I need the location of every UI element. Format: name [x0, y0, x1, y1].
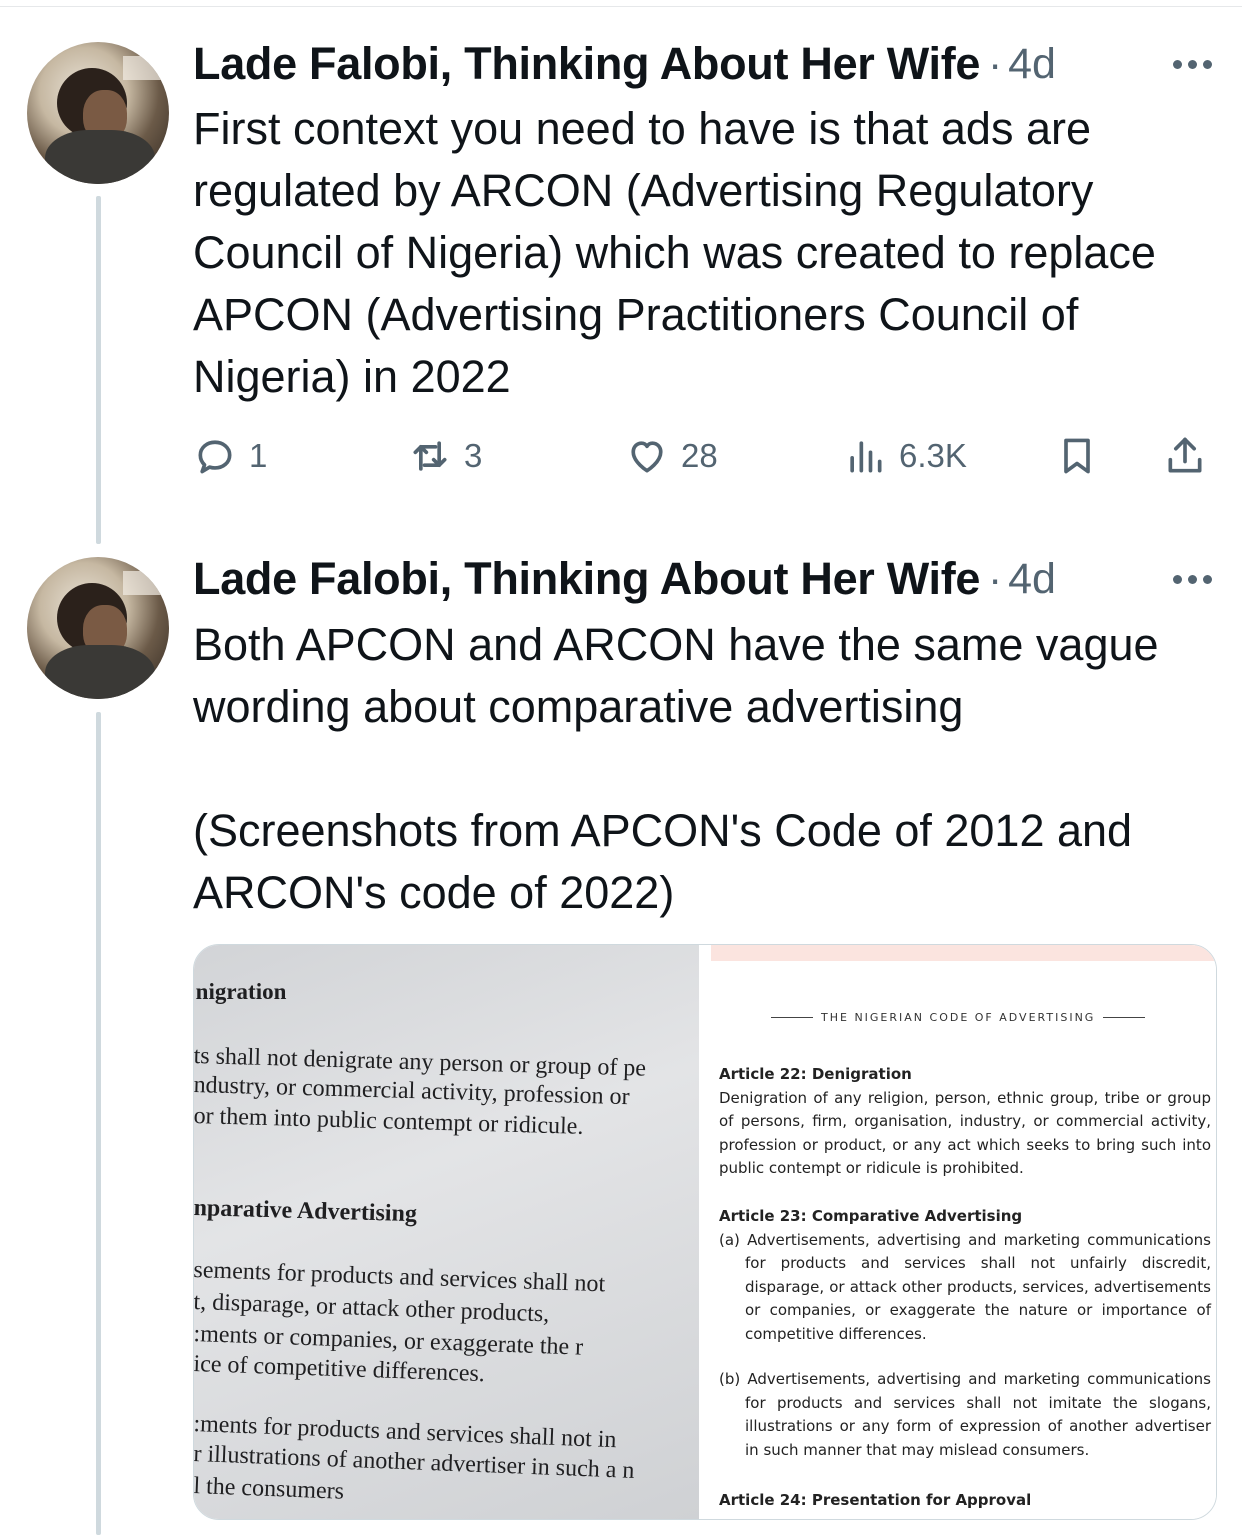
tweet-media[interactable]: :nigration ts shall not denigrate any pe… [193, 944, 1217, 1520]
article-22: Article 22: Denigration Denigration of a… [719, 1063, 1211, 1181]
article-item-a: (a) Advertisements, advertising and mark… [719, 1230, 1211, 1343]
more-dot [1188, 574, 1197, 584]
header-rule [1103, 1017, 1146, 1018]
tweet-actions: 1 3 28 6.3K [193, 430, 1213, 482]
heart-icon [631, 441, 663, 473]
retweet-button[interactable]: 3 [408, 430, 482, 482]
more-options-button[interactable] [1173, 551, 1212, 607]
author-name[interactable]: Lade Falobi, Thinking About Her Wife [193, 553, 980, 605]
tweet-header: Lade Falobi, Thinking About Her Wife · 4… [193, 551, 1056, 607]
arcon-code-page[interactable]: THE NIGERIAN CODE OF ADVERTISING Article… [711, 945, 1216, 1519]
header-rule [771, 1017, 813, 1018]
photo-text-line: :nigration [194, 979, 287, 1004]
views-button[interactable]: 6.3K [843, 430, 967, 482]
tweet-header: Lade Falobi, Thinking About Her Wife · 4… [193, 36, 1056, 92]
reply-icon [198, 440, 232, 474]
more-options-button[interactable] [1173, 36, 1212, 92]
share-button[interactable] [1163, 430, 1207, 482]
avatar[interactable] [27, 557, 169, 699]
timestamp[interactable]: 4d [1008, 555, 1056, 604]
like-button[interactable]: 28 [625, 430, 718, 482]
more-dot [1203, 574, 1212, 584]
article-24: Article 24: Presentation for Approval [719, 1489, 1211, 1513]
separator-dot: · [988, 555, 1003, 602]
photo-text-line: or them into public contempt or ridicule… [194, 1103, 584, 1140]
more-dot [1173, 574, 1182, 584]
views-count: 6.3K [899, 437, 967, 474]
avatar[interactable] [27, 42, 169, 184]
views-icon [850, 441, 882, 473]
timestamp[interactable]: 4d [1008, 40, 1056, 89]
reply-button[interactable]: 1 [193, 430, 267, 482]
more-dot [1203, 59, 1212, 69]
top-divider [0, 6, 1242, 7]
bookmark-button[interactable] [1055, 430, 1099, 482]
author-name[interactable]: Lade Falobi, Thinking About Her Wife [193, 38, 980, 90]
thread-line [96, 196, 101, 544]
page-top-band [711, 945, 1216, 961]
photo-text-line: l the consumers [194, 1473, 345, 1505]
doc-header: THE NIGERIAN CODE OF ADVERTISING [771, 1011, 1146, 1024]
thread-line [96, 712, 101, 1535]
article-23: Article 23: Comparative Advertising (a) … [719, 1205, 1211, 1462]
apcon-code-photo[interactable]: :nigration ts shall not denigrate any pe… [194, 945, 699, 1519]
article-title: Article 22: Denigration [719, 1065, 912, 1083]
retweet-count: 3 [464, 437, 483, 474]
article-item-b: (b) Advertisements, advertising and mark… [719, 1370, 1211, 1459]
article-text: Denigration of any religion, person, eth… [719, 1088, 1211, 1178]
retweet-icon [413, 441, 447, 471]
article-title: Article 24: Presentation for Approval [719, 1491, 1032, 1509]
photo-text-line: nparative Advertising [194, 1195, 418, 1228]
bookmark-icon [1064, 438, 1090, 474]
reply-count: 1 [249, 437, 268, 474]
doc-header-text: THE NIGERIAN CODE OF ADVERTISING [821, 1011, 1096, 1024]
tweet-text: Both APCON and ARCON have the same vague… [193, 619, 1159, 918]
article-title: Article 23: Comparative Advertising [719, 1207, 1023, 1225]
like-count: 28 [681, 437, 718, 474]
separator-dot: · [988, 40, 1003, 87]
tweet-text: First context you need to have is that a… [193, 103, 1166, 402]
more-dot [1173, 59, 1182, 69]
share-icon [1168, 437, 1202, 473]
more-dot [1188, 59, 1197, 69]
